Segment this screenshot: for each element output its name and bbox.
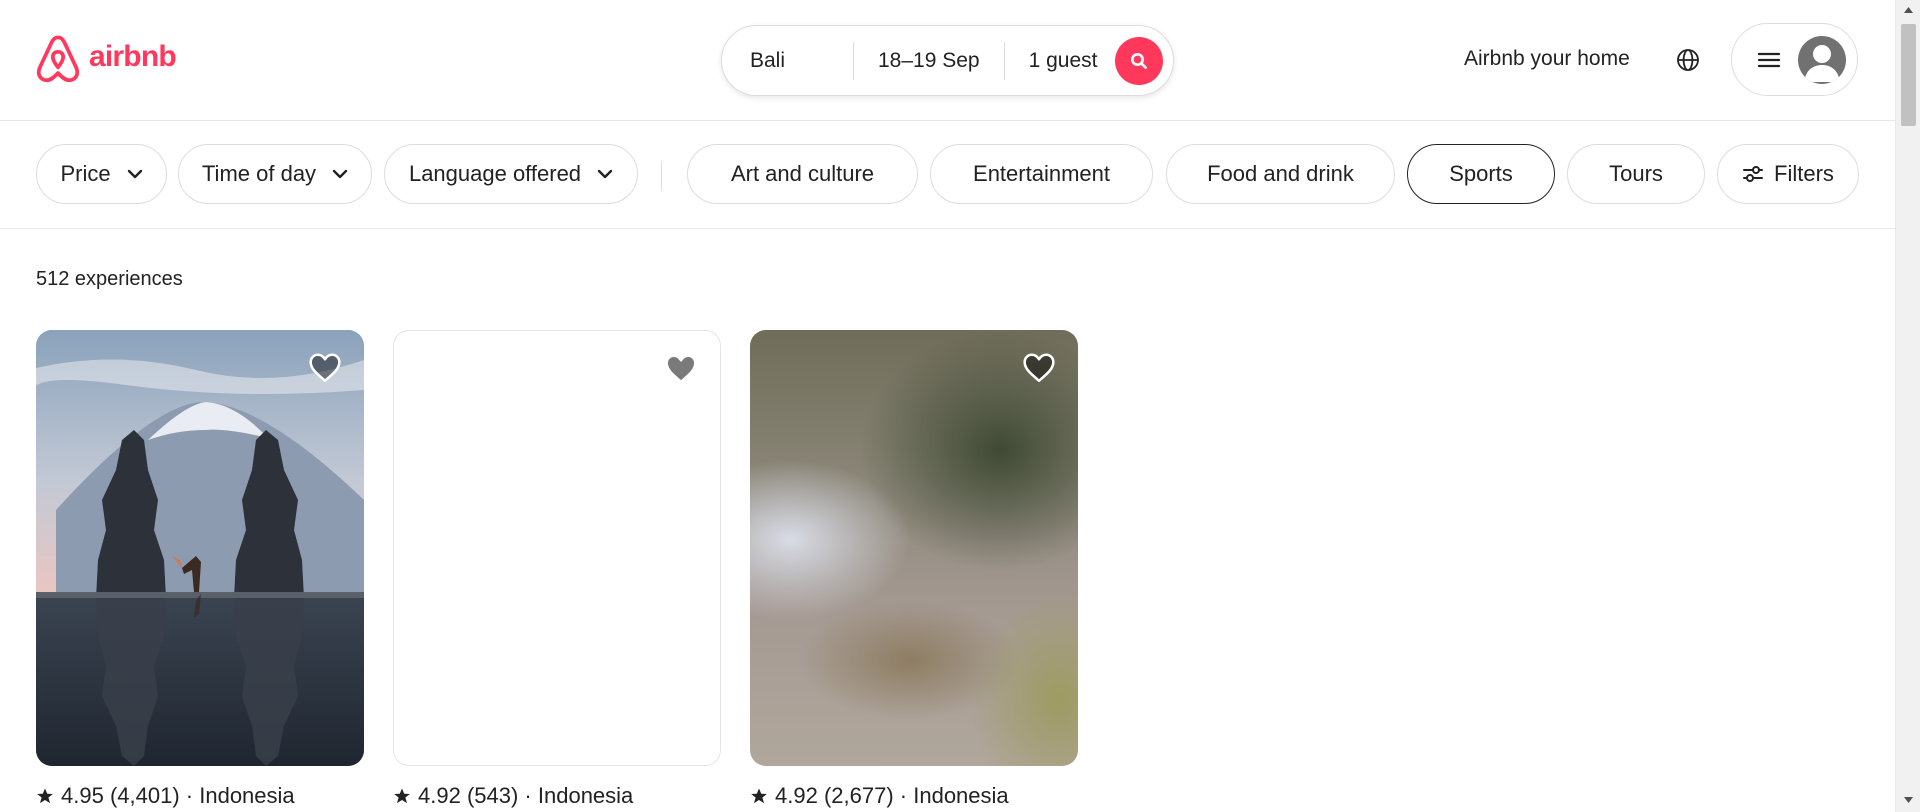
language-offered-filter[interactable]: Language offered bbox=[384, 144, 638, 204]
category-label: Food and drink bbox=[1207, 161, 1354, 186]
search-icon bbox=[1131, 53, 1147, 69]
user-avatar-icon bbox=[1804, 44, 1840, 82]
time-of-day-filter-label: Time of day bbox=[201, 161, 317, 186]
category-label: Sports bbox=[1449, 161, 1513, 186]
avatar bbox=[1798, 35, 1846, 84]
airbnb-logo[interactable]: airbnb bbox=[35, 34, 177, 84]
category-label: Art and culture bbox=[730, 161, 875, 186]
experience-photo[interactable] bbox=[393, 330, 721, 766]
price-filter-label: Price bbox=[60, 161, 111, 186]
logo-wordmark: airbnb bbox=[89, 40, 177, 73]
filter-bar: Price Time of day Language offered Art a… bbox=[0, 121, 1895, 229]
card-rating: 4.95 bbox=[61, 783, 104, 808]
heart-icon[interactable] bbox=[308, 352, 342, 384]
sliders-icon bbox=[1743, 166, 1764, 182]
profile-menu-button[interactable] bbox=[1731, 23, 1858, 96]
search-guests[interactable]: 1 guest bbox=[1005, 26, 1122, 95]
experience-card[interactable]: 4.92 (543) · Indonesia bbox=[393, 330, 721, 809]
card-rating: 4.92 bbox=[418, 783, 461, 808]
time-of-day-filter[interactable]: Time of day bbox=[178, 144, 372, 204]
category-food-and-drink[interactable]: Food and drink bbox=[1166, 144, 1395, 204]
globe-icon bbox=[1677, 49, 1699, 71]
temple-gate-photo bbox=[36, 330, 364, 766]
star-icon bbox=[750, 787, 768, 805]
chevron-down-icon bbox=[127, 169, 143, 179]
filters-button[interactable]: Filters bbox=[1717, 144, 1859, 204]
scroll-up-arrow-icon[interactable] bbox=[1903, 6, 1914, 14]
hamburger-menu-icon bbox=[1758, 52, 1780, 67]
top-header: airbnb Bali 18–19 Sep 1 guest Airbnb you… bbox=[0, 0, 1895, 121]
card-reviews: (2,677) bbox=[823, 783, 894, 808]
card-location: Indonesia bbox=[199, 783, 295, 808]
scroll-down-arrow-icon[interactable] bbox=[1903, 796, 1914, 804]
category-label: Entertainment bbox=[973, 161, 1110, 186]
card-reviews: (4,401) bbox=[109, 783, 180, 808]
results-count: 512 experiences bbox=[36, 268, 183, 290]
category-tours[interactable]: Tours bbox=[1567, 144, 1705, 204]
card-rating-row: 4.92 (2,677) · Indonesia bbox=[750, 783, 1078, 809]
card-location: Indonesia bbox=[913, 783, 1009, 808]
category-entertainment[interactable]: Entertainment bbox=[930, 144, 1153, 204]
experience-card[interactable]: 4.92 (2,677) · Indonesia bbox=[750, 330, 1078, 809]
price-filter[interactable]: Price bbox=[36, 144, 167, 204]
chevron-down-icon bbox=[597, 169, 613, 179]
scrollbar-thumb[interactable] bbox=[1901, 24, 1916, 126]
card-location: Indonesia bbox=[537, 783, 634, 808]
category-sports[interactable]: Sports bbox=[1407, 144, 1555, 204]
experience-photo[interactable] bbox=[36, 330, 364, 766]
language-button[interactable] bbox=[1672, 44, 1704, 76]
category-art-and-culture[interactable]: Art and culture bbox=[687, 144, 918, 204]
language-offered-filter-label: Language offered bbox=[408, 161, 582, 186]
heart-icon[interactable] bbox=[664, 353, 698, 385]
search-dates[interactable]: 18–19 Sep bbox=[854, 26, 1004, 95]
filters-label: Filters bbox=[1774, 161, 1834, 186]
card-rating: 4.92 bbox=[775, 783, 818, 808]
search-bar[interactable]: Bali 18–19 Sep 1 guest bbox=[721, 25, 1174, 96]
airbnb-logo-icon bbox=[36, 35, 80, 83]
card-reviews: (543) bbox=[466, 783, 519, 808]
filter-divider bbox=[661, 161, 662, 191]
card-rating-row: 4.92 (543) · Indonesia bbox=[393, 783, 721, 809]
category-label: Tours bbox=[1609, 161, 1663, 186]
page-scrollbar[interactable] bbox=[1895, 0, 1920, 812]
search-button[interactable] bbox=[1115, 37, 1163, 85]
experience-photo[interactable] bbox=[750, 330, 1078, 766]
host-link[interactable]: Airbnb your home bbox=[1464, 47, 1630, 71]
search-location[interactable]: Bali bbox=[722, 26, 853, 95]
chevron-down-icon bbox=[332, 169, 348, 179]
star-icon bbox=[393, 787, 411, 805]
card-rating-row: 4.95 (4,401) · Indonesia bbox=[36, 783, 364, 809]
heart-icon[interactable] bbox=[1022, 352, 1056, 384]
experience-card[interactable]: 4.95 (4,401) · Indonesia bbox=[36, 330, 364, 809]
star-icon bbox=[36, 787, 54, 805]
